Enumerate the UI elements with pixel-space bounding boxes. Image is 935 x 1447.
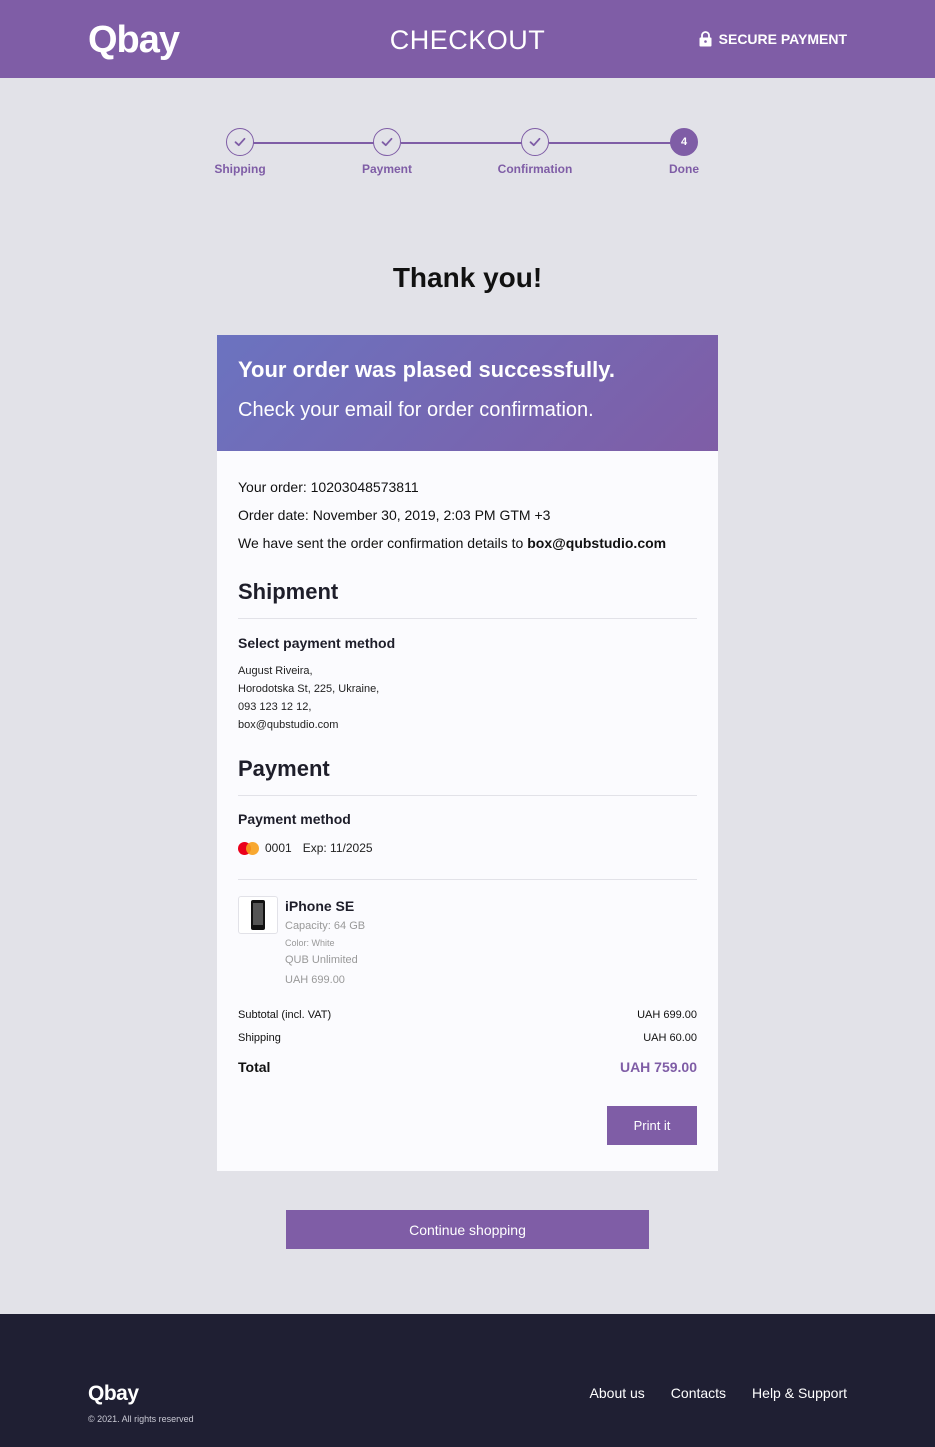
address-line: August Riveira, bbox=[238, 665, 313, 677]
shipment-title: Shipment bbox=[238, 579, 339, 604]
footer-link-contacts[interactable]: Contacts bbox=[671, 1385, 726, 1401]
phone-icon bbox=[251, 900, 265, 930]
step-payment[interactable]: Payment bbox=[337, 128, 437, 176]
shipping-row: Shipping UAH 60.00 bbox=[238, 1032, 697, 1044]
copyright: © 2021. All rights reserved bbox=[88, 1414, 194, 1424]
check-icon bbox=[381, 137, 393, 147]
footer: Qbay © 2021. All rights reserved About u… bbox=[0, 1314, 935, 1447]
product-name: iPhone SE bbox=[285, 898, 355, 914]
step-circle bbox=[521, 128, 549, 156]
shipment-subtitle: Select payment method bbox=[238, 635, 396, 651]
address-line: box@qubstudio.com bbox=[238, 719, 339, 731]
check-icon bbox=[234, 137, 246, 147]
success-banner: Your order was plased successfully. Chec… bbox=[217, 335, 718, 451]
product-capacity: Capacity: 64 GB bbox=[285, 920, 366, 932]
mastercard-icon bbox=[238, 841, 259, 855]
shipping-label: Shipping bbox=[238, 1032, 281, 1044]
thank-you-heading: Thank you! bbox=[392, 262, 543, 293]
shipping-value: UAH 60.00 bbox=[643, 1032, 697, 1044]
lock-icon bbox=[699, 31, 712, 47]
product-color: Color: White bbox=[285, 938, 335, 948]
step-label: Payment bbox=[361, 162, 413, 176]
subtotal-value: UAH 699.00 bbox=[637, 1009, 697, 1021]
step-shipping[interactable]: Shipping bbox=[190, 128, 290, 176]
footer-links: About us Contacts Help & Support bbox=[590, 1385, 847, 1401]
continue-shopping-button[interactable]: Continue shopping bbox=[286, 1210, 649, 1249]
total-row: Total UAH 759.00 bbox=[238, 1059, 697, 1075]
step-label: Done bbox=[669, 162, 699, 176]
step-circle bbox=[226, 128, 254, 156]
order-summary-card: Your order was plased successfully. Chec… bbox=[217, 335, 718, 1171]
step-label: Confirmation bbox=[497, 162, 573, 176]
total-label: Total bbox=[238, 1059, 271, 1075]
order-date: Order date: November 30, 2019, 2:03 PM G… bbox=[238, 507, 551, 523]
card-expiry: Exp: 11/2025 bbox=[302, 841, 373, 855]
step-label: Shipping bbox=[214, 162, 266, 176]
step-number: 4 bbox=[670, 128, 698, 156]
subtotal-label: Subtotal (incl. VAT) bbox=[238, 1009, 332, 1021]
footer-link-help[interactable]: Help & Support bbox=[752, 1385, 847, 1401]
address-line: 093 123 12 12, bbox=[238, 701, 312, 713]
footer-link-about[interactable]: About us bbox=[590, 1385, 645, 1401]
payment-method-title: Payment method bbox=[238, 811, 351, 827]
secure-payment-label: SECURE PAYMENT bbox=[718, 31, 847, 47]
order-number: Your order: 10203048573811 bbox=[238, 479, 419, 495]
product-plan: QUB Unlimited bbox=[285, 954, 358, 966]
check-icon bbox=[529, 137, 541, 147]
total-value: UAH 759.00 bbox=[619, 1059, 697, 1075]
secure-payment-badge: SECURE PAYMENT bbox=[699, 30, 847, 48]
step-confirmation[interactable]: Confirmation bbox=[485, 128, 585, 176]
banner-subtitle: Check your email for order confirmation. bbox=[238, 399, 594, 421]
header: Qbay CHECKOUT SECURE PAYMENT bbox=[0, 0, 935, 78]
banner-title: Your order was plased successfully. bbox=[238, 357, 615, 382]
step-done[interactable]: 4 Done bbox=[634, 128, 734, 176]
footer-logo[interactable]: Qbay bbox=[88, 1382, 139, 1406]
checkout-stepper: Shipping Payment Confirmation 4 Done bbox=[0, 128, 935, 188]
divider bbox=[238, 879, 697, 880]
confirmation-sent-line: We have sent the order confirmation deta… bbox=[238, 534, 666, 552]
confirmation-email: box@qubstudio.com bbox=[527, 535, 667, 551]
print-button[interactable]: Print it bbox=[607, 1106, 697, 1145]
card-last-digits: 0001 bbox=[265, 841, 292, 855]
payment-card-row: 0001 Exp: 11/2025 bbox=[238, 841, 373, 855]
subtotal-row: Subtotal (incl. VAT) UAH 699.00 bbox=[238, 1009, 697, 1021]
payment-title: Payment bbox=[238, 756, 330, 781]
address-line: Horodotska St, 225, Ukraine, bbox=[238, 683, 380, 695]
product-price: UAH 699.00 bbox=[285, 974, 345, 986]
confirmation-sent-text: We have sent the order confirmation deta… bbox=[238, 535, 528, 551]
product-image bbox=[238, 896, 278, 934]
divider bbox=[238, 618, 697, 619]
step-circle bbox=[373, 128, 401, 156]
divider bbox=[238, 795, 697, 796]
